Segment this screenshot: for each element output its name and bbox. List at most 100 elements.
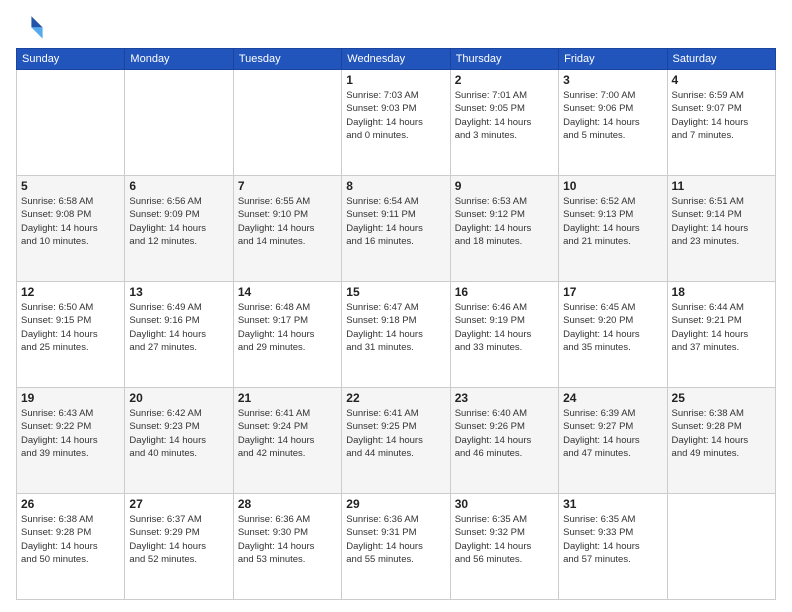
- day-number: 1: [346, 73, 445, 87]
- calendar-cell: 31Sunrise: 6:35 AMSunset: 9:33 PMDayligh…: [559, 494, 667, 600]
- day-number: 28: [238, 497, 337, 511]
- day-info: Sunrise: 6:55 AMSunset: 9:10 PMDaylight:…: [238, 195, 337, 248]
- day-number: 31: [563, 497, 662, 511]
- day-info: Sunrise: 6:38 AMSunset: 9:28 PMDaylight:…: [21, 513, 120, 566]
- day-info: Sunrise: 6:56 AMSunset: 9:09 PMDaylight:…: [129, 195, 228, 248]
- day-number: 22: [346, 391, 445, 405]
- day-info: Sunrise: 6:54 AMSunset: 9:11 PMDaylight:…: [346, 195, 445, 248]
- calendar-cell: 14 Sunrise: 6:48 AMSunset: 9:17 PMDayligh…: [233, 282, 341, 388]
- day-number: 2: [455, 73, 554, 87]
- day-info: Sunrise: 6:41 AMSunset: 9:24 PMDaylight:…: [238, 407, 337, 460]
- calendar-cell: 11 Sunrise: 6:51 AMSunset: 9:14 PMDayligh…: [667, 176, 775, 282]
- day-info: Sunrise: 6:40 AMSunset: 9:26 PMDaylight:…: [455, 407, 554, 460]
- calendar-cell: 27 Sunrise: 6:37 AMSunset: 9:29 PMDayligh…: [125, 494, 233, 600]
- day-number: 16: [455, 285, 554, 299]
- day-info: Sunrise: 6:58 AMSunset: 9:08 PMDaylight:…: [21, 195, 120, 248]
- day-info: Sunrise: 6:45 AMSunset: 9:20 PMDaylight:…: [563, 301, 662, 354]
- calendar-cell: [125, 70, 233, 176]
- day-number: 23: [455, 391, 554, 405]
- day-info: Sunrise: 6:39 AMSunset: 9:27 PMDaylight:…: [563, 407, 662, 460]
- day-number: 24: [563, 391, 662, 405]
- calendar-cell: 2 Sunrise: 7:01 AMSunset: 9:05 PMDaylight…: [450, 70, 558, 176]
- calendar-cell: 15Sunrise: 6:47 AMSunset: 9:18 PMDayligh…: [342, 282, 450, 388]
- calendar-cell: 9Sunrise: 6:53 AMSunset: 9:12 PMDaylight…: [450, 176, 558, 282]
- calendar-cell: 29 Sunrise: 6:36 AMSunset: 9:31 PMDayligh…: [342, 494, 450, 600]
- calendar-cell: [233, 70, 341, 176]
- day-number: 25: [672, 391, 771, 405]
- calendar-cell: 24 Sunrise: 6:39 AMSunset: 9:27 PMDayligh…: [559, 388, 667, 494]
- weekday-header: Friday: [559, 49, 667, 70]
- day-number: 21: [238, 391, 337, 405]
- day-number: 14: [238, 285, 337, 299]
- day-info: Sunrise: 6:50 AMSunset: 9:15 PMDaylight:…: [21, 301, 120, 354]
- calendar-cell: 7Sunrise: 6:55 AMSunset: 9:10 PMDaylight…: [233, 176, 341, 282]
- day-info: Sunrise: 6:38 AMSunset: 9:28 PMDaylight:…: [672, 407, 771, 460]
- weekday-header: Tuesday: [233, 49, 341, 70]
- calendar-cell: 26Sunrise: 6:38 AMSunset: 9:28 PMDayligh…: [17, 494, 125, 600]
- day-number: 29: [346, 497, 445, 511]
- calendar-header-row: SundayMondayTuesdayWednesdayThursdayFrid…: [17, 49, 776, 70]
- calendar-cell: 17 Sunrise: 6:45 AMSunset: 9:20 PMDayligh…: [559, 282, 667, 388]
- calendar-cell: 23 Sunrise: 6:40 AMSunset: 9:26 PMDayligh…: [450, 388, 558, 494]
- day-number: 18: [672, 285, 771, 299]
- day-number: 20: [129, 391, 228, 405]
- calendar-cell: 22 Sunrise: 6:41 AMSunset: 9:25 PMDayligh…: [342, 388, 450, 494]
- calendar-cell: 4 Sunrise: 6:59 AMSunset: 9:07 PMDaylight…: [667, 70, 775, 176]
- calendar-cell: 20 Sunrise: 6:42 AMSunset: 9:23 PMDayligh…: [125, 388, 233, 494]
- weekday-header: Thursday: [450, 49, 558, 70]
- calendar-cell: 10 Sunrise: 6:52 AMSunset: 9:13 PMDayligh…: [559, 176, 667, 282]
- calendar-week-row: 26Sunrise: 6:38 AMSunset: 9:28 PMDayligh…: [17, 494, 776, 600]
- day-number: 6: [129, 179, 228, 193]
- day-info: Sunrise: 7:01 AMSunset: 9:05 PMDaylight:…: [455, 89, 554, 142]
- weekday-header: Saturday: [667, 49, 775, 70]
- calendar-cell: 16 Sunrise: 6:46 AMSunset: 9:19 PMDayligh…: [450, 282, 558, 388]
- day-info: Sunrise: 6:48 AMSunset: 9:17 PMDaylight:…: [238, 301, 337, 354]
- weekday-header: Sunday: [17, 49, 125, 70]
- day-number: 17: [563, 285, 662, 299]
- day-info: Sunrise: 6:52 AMSunset: 9:13 PMDaylight:…: [563, 195, 662, 248]
- calendar-cell: 3 Sunrise: 7:00 AMSunset: 9:06 PMDaylight…: [559, 70, 667, 176]
- day-info: Sunrise: 6:36 AMSunset: 9:31 PMDaylight:…: [346, 513, 445, 566]
- day-number: 10: [563, 179, 662, 193]
- day-info: Sunrise: 6:43 AMSunset: 9:22 PMDaylight:…: [21, 407, 120, 460]
- calendar-cell: 28Sunrise: 6:36 AMSunset: 9:30 PMDayligh…: [233, 494, 341, 600]
- day-number: 27: [129, 497, 228, 511]
- day-number: 8: [346, 179, 445, 193]
- calendar-cell: 1 Sunrise: 7:03 AMSunset: 9:03 PMDaylight…: [342, 70, 450, 176]
- calendar-week-row: 12 Sunrise: 6:50 AMSunset: 9:15 PMDayligh…: [17, 282, 776, 388]
- calendar-cell: 12 Sunrise: 6:50 AMSunset: 9:15 PMDayligh…: [17, 282, 125, 388]
- calendar-cell: 13Sunrise: 6:49 AMSunset: 9:16 PMDayligh…: [125, 282, 233, 388]
- day-info: Sunrise: 6:51 AMSunset: 9:14 PMDaylight:…: [672, 195, 771, 248]
- logo: [16, 12, 48, 40]
- page: SundayMondayTuesdayWednesdayThursdayFrid…: [0, 0, 792, 612]
- weekday-header: Wednesday: [342, 49, 450, 70]
- calendar-cell: 19 Sunrise: 6:43 AMSunset: 9:22 PMDayligh…: [17, 388, 125, 494]
- header: [16, 12, 776, 40]
- calendar-cell: 25 Sunrise: 6:38 AMSunset: 9:28 PMDayligh…: [667, 388, 775, 494]
- day-info: Sunrise: 6:37 AMSunset: 9:29 PMDaylight:…: [129, 513, 228, 566]
- day-info: Sunrise: 6:41 AMSunset: 9:25 PMDaylight:…: [346, 407, 445, 460]
- day-info: Sunrise: 7:00 AMSunset: 9:06 PMDaylight:…: [563, 89, 662, 142]
- day-number: 9: [455, 179, 554, 193]
- calendar-cell: [667, 494, 775, 600]
- calendar-cell: 30Sunrise: 6:35 AMSunset: 9:32 PMDayligh…: [450, 494, 558, 600]
- day-info: Sunrise: 6:44 AMSunset: 9:21 PMDaylight:…: [672, 301, 771, 354]
- day-number: 30: [455, 497, 554, 511]
- calendar-cell: 8 Sunrise: 6:54 AMSunset: 9:11 PMDaylight…: [342, 176, 450, 282]
- logo-icon: [16, 12, 44, 40]
- calendar-cell: [17, 70, 125, 176]
- day-info: Sunrise: 7:03 AMSunset: 9:03 PMDaylight:…: [346, 89, 445, 142]
- day-number: 15: [346, 285, 445, 299]
- day-number: 11: [672, 179, 771, 193]
- day-info: Sunrise: 6:42 AMSunset: 9:23 PMDaylight:…: [129, 407, 228, 460]
- day-number: 4: [672, 73, 771, 87]
- day-info: Sunrise: 6:59 AMSunset: 9:07 PMDaylight:…: [672, 89, 771, 142]
- day-number: 12: [21, 285, 120, 299]
- day-number: 3: [563, 73, 662, 87]
- calendar-week-row: 5Sunrise: 6:58 AMSunset: 9:08 PMDaylight…: [17, 176, 776, 282]
- day-number: 13: [129, 285, 228, 299]
- day-number: 19: [21, 391, 120, 405]
- calendar-cell: 18 Sunrise: 6:44 AMSunset: 9:21 PMDayligh…: [667, 282, 775, 388]
- day-info: Sunrise: 6:46 AMSunset: 9:19 PMDaylight:…: [455, 301, 554, 354]
- calendar-week-row: 19 Sunrise: 6:43 AMSunset: 9:22 PMDayligh…: [17, 388, 776, 494]
